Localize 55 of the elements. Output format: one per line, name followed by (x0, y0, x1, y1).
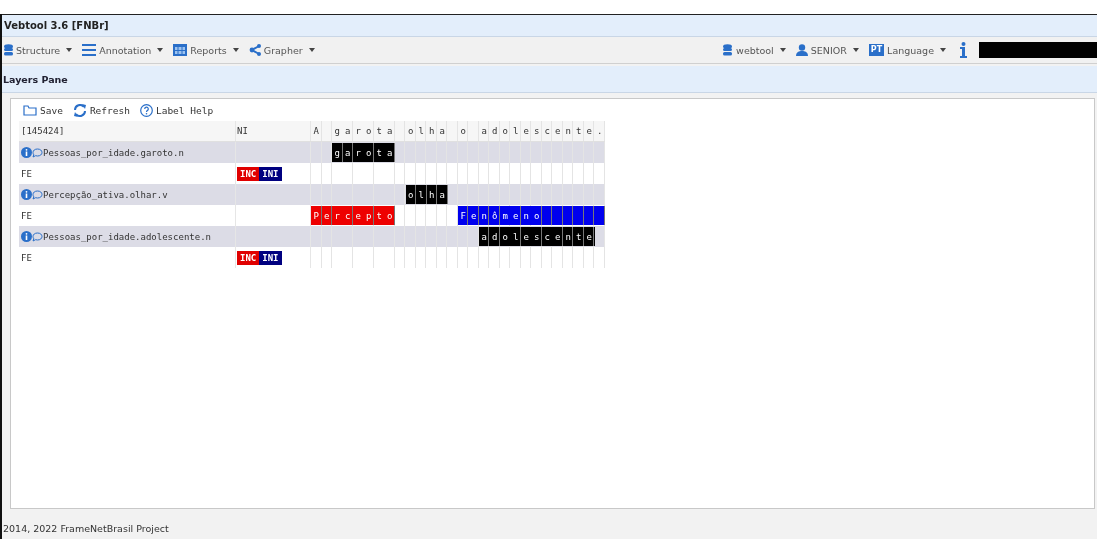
menu-item[interactable]: PT Language (866, 44, 948, 56)
language-badge: PT (868, 44, 885, 56)
annotation-label[interactable]: Percepto (311, 206, 395, 225)
layer-name: FE (21, 210, 32, 221)
column-header: NI (237, 126, 248, 136)
caret-icon (66, 48, 73, 52)
help-icon (139, 103, 153, 117)
ni-tag[interactable]: INI (259, 166, 282, 181)
database-icon (722, 44, 734, 56)
footer-text: 2014, 2022 FrameNetBrasil Project (3, 522, 169, 534)
user-icon (795, 44, 808, 56)
menu-item[interactable]: webtool (720, 44, 788, 56)
comment-icon[interactable] (32, 147, 43, 158)
caret-icon (852, 48, 859, 52)
caret-icon (232, 48, 239, 52)
ni-tag[interactable]: INC (237, 166, 260, 181)
toolbar-button[interactable]: Refresh (70, 103, 132, 117)
ni-tag[interactable]: INC (237, 250, 260, 265)
layer-name: FE (21, 252, 32, 263)
toolbar-button[interactable]: Label Help (137, 103, 216, 117)
info-icon[interactable] (21, 231, 32, 242)
menu-item[interactable]: Reports (171, 44, 241, 56)
caret-icon (157, 48, 164, 52)
info-icon[interactable] (21, 147, 32, 158)
caret-icon (940, 48, 946, 52)
annotation-label[interactable]: olha (405, 185, 448, 204)
annotation-label[interactable]: Fenômeno (458, 206, 605, 225)
caret-icon (308, 48, 315, 52)
menu-item[interactable]: Grapher (246, 44, 317, 56)
info-icon[interactable] (21, 189, 32, 200)
menu-item[interactable]: Structure (2, 44, 75, 56)
layer-name: FE (21, 168, 32, 179)
annotation-label[interactable]: garota (332, 143, 395, 162)
menu-item[interactable]: Annotation (80, 44, 166, 56)
lexical-unit-name: Pessoas_por_idade.garoto.n (43, 147, 184, 158)
comment-icon[interactable] (32, 231, 43, 242)
table-icon (173, 44, 188, 56)
caret-icon (779, 48, 786, 52)
sentence-text: A garota olha o adolescente. (312, 125, 608, 138)
window-title: Vebtool 3.6 [FNBr] (3, 20, 109, 31)
annotation-label[interactable]: adolescente (479, 227, 595, 246)
list-icon (82, 44, 97, 56)
toolbar-button[interactable]: Save (21, 104, 65, 116)
share-icon (248, 44, 261, 56)
sentence-id: [145424] (21, 126, 65, 136)
lexical-unit-name: Percepção_ativa.olhar.v (43, 189, 168, 200)
pane-title: Layers Pane (2, 73, 68, 85)
folder-icon (23, 104, 37, 116)
menu-item[interactable]: SENIOR (793, 44, 861, 56)
lexical-unit-name: Pessoas_por_idade.adolescente.n (43, 231, 211, 242)
database-icon (4, 44, 13, 56)
info-icon[interactable] (960, 42, 967, 58)
ni-tag[interactable]: INI (259, 250, 282, 265)
refresh-icon (72, 103, 87, 117)
comment-icon[interactable] (32, 189, 43, 200)
